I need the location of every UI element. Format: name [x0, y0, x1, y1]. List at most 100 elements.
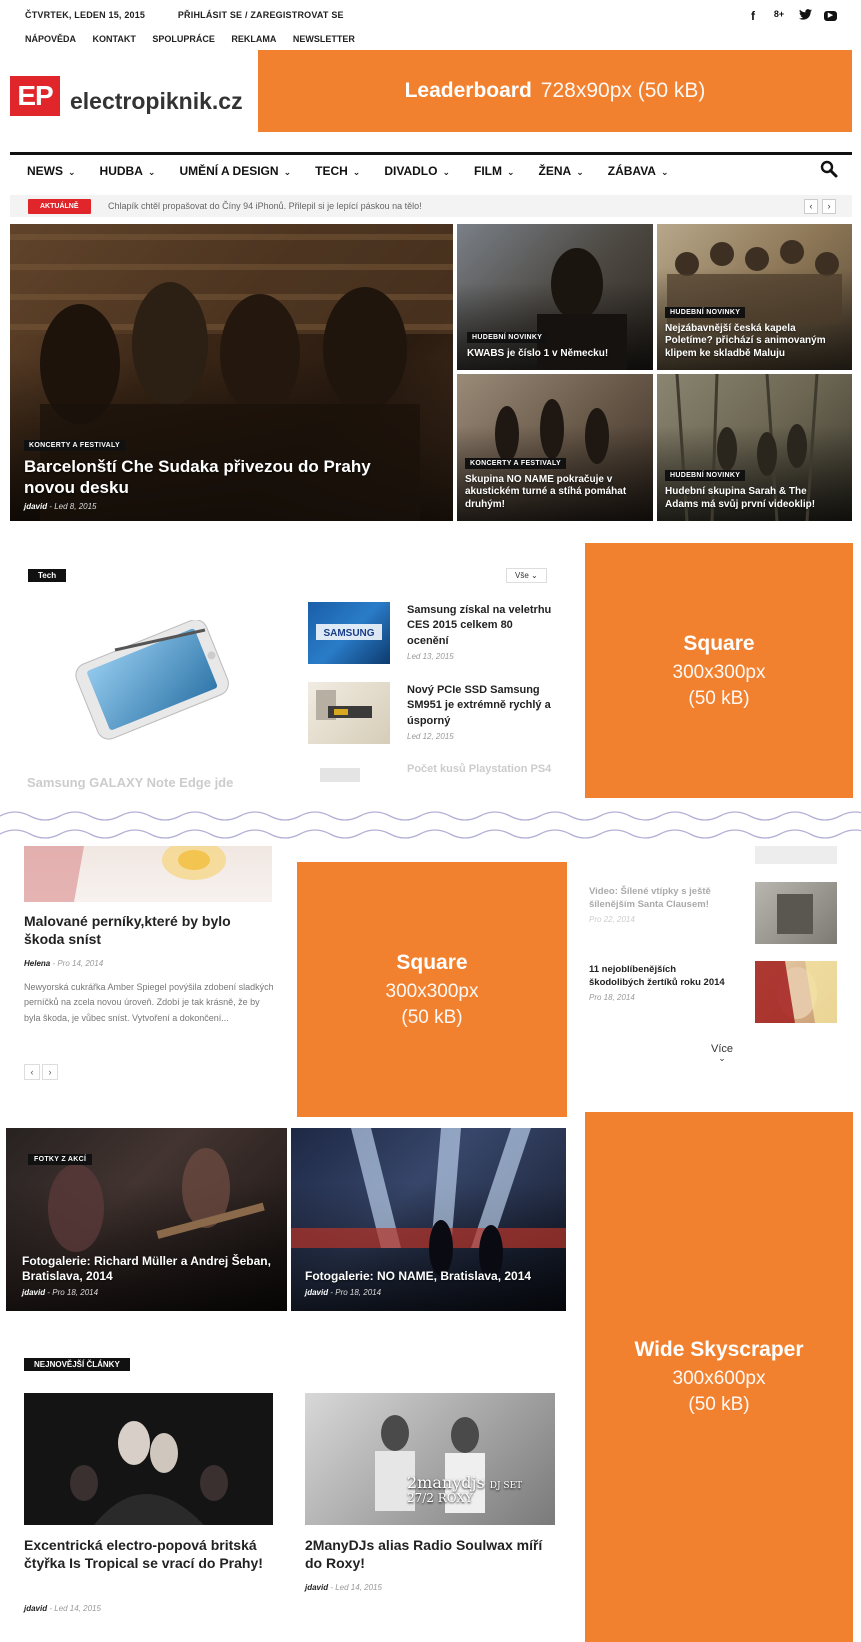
youtube-icon[interactable]: ▶: [824, 11, 837, 21]
category-badge[interactable]: KONCERTY A FESTIVALY: [24, 439, 125, 451]
nav-divider: [10, 152, 852, 155]
nav-item-hudba[interactable]: HUDBA ⌄: [100, 164, 156, 178]
category-badge[interactable]: HUDEBNÍ NOVINKY: [665, 306, 746, 318]
author[interactable]: jdavid: [24, 502, 47, 511]
side-item-2: 11 nejoblíbenějších škodolibých žertíků …: [589, 963, 734, 1002]
hero-tile-4[interactable]: HUDEBNÍ NOVINKY Hudební skupina Sarah & …: [657, 374, 852, 521]
gallery-card-1[interactable]: FOTKY Z AKCÍ Fotogalerie: Richard Müller…: [6, 1128, 287, 1311]
gallery-card-2[interactable]: Fotogalerie: NO NAME, Bratislava, 2014 j…: [291, 1128, 566, 1311]
ad-weight: (50 kB): [688, 687, 750, 709]
ad-size: 300x300px: [385, 980, 479, 1002]
ad-size: 300x600px: [672, 1368, 766, 1389]
hero-tile-1[interactable]: HUDEBNÍ NOVINKY KWABS je číslo 1 v Němec…: [457, 224, 653, 370]
ticker-next-button[interactable]: ›: [822, 199, 836, 214]
ticker-prev-button[interactable]: ‹: [804, 199, 818, 214]
link-advertising[interactable]: REKLAMA: [231, 34, 276, 44]
google-plus-icon[interactable]: 8+: [772, 9, 786, 23]
gallery-2-meta: jdavid - Pro 18, 2014: [305, 1288, 382, 1297]
chevron-down-icon: ⌄: [147, 167, 156, 177]
thumb-ps4[interactable]: [320, 768, 360, 782]
chevron-down-icon: ⌄: [531, 571, 538, 580]
thumb-ssd[interactable]: [308, 682, 390, 744]
leaderboard-ad[interactable]: Leaderboard 728x90px (50 kB): [258, 50, 852, 132]
filter-dropdown[interactable]: Vše ⌄: [506, 568, 547, 583]
wide-skyscraper-ad[interactable]: Wide Skyscraper 300x600px (50 kB): [585, 1112, 853, 1642]
next-button[interactable]: ›: [42, 1064, 58, 1080]
nav-item-film[interactable]: FILM ⌄: [474, 164, 515, 178]
nav-item-divadlo[interactable]: DIVADLO ⌄: [384, 164, 450, 178]
author[interactable]: jdavid: [305, 1288, 328, 1297]
author[interactable]: jdavid: [24, 1604, 47, 1613]
gingerbread-photo[interactable]: [24, 846, 272, 902]
chevron-down-icon: ⌄: [718, 1053, 726, 1063]
hero-tile-3-title[interactable]: Skupina NO NAME pokračuje v akustickém t…: [465, 474, 643, 512]
hero-tile-2-title[interactable]: Nejzábavnější česká kapela Poletíme? při…: [665, 323, 842, 361]
tech-item-3-title[interactable]: Počet kusů Playstation PS4: [407, 762, 557, 777]
ad-title: Square: [396, 950, 468, 974]
section-break: [0, 808, 861, 844]
hero-tile-2[interactable]: HUDEBNÍ NOVINKY Nejzábavnější česká kape…: [657, 224, 852, 370]
phone-image[interactable]: [45, 619, 260, 755]
lower-main-title[interactable]: Malované perníky,které by bylo škoda sní…: [24, 912, 274, 948]
logo-name[interactable]: electropiknik.cz: [70, 88, 243, 115]
tech-item-2-title[interactable]: Nový PCIe SSD Samsung SM951 je extrémně …: [407, 683, 557, 729]
square-ad-1[interactable]: Square 300x300px (50 kB): [585, 543, 853, 798]
latest-1-photo[interactable]: [24, 1393, 273, 1525]
link-cooperation[interactable]: SPOLUPRÁCE: [152, 34, 215, 44]
link-help[interactable]: NÁPOVĚDA: [25, 34, 76, 44]
more-link[interactable]: Více ⌄: [700, 1043, 744, 1063]
square-ad-2[interactable]: Square 300x300px (50 kB): [297, 862, 567, 1117]
prev-button[interactable]: ‹: [24, 1064, 40, 1080]
side-thumb-1[interactable]: [755, 882, 837, 944]
date: Pro 18, 2014: [335, 1288, 382, 1297]
section-tag-tech[interactable]: Tech: [28, 569, 67, 582]
author[interactable]: jdavid: [305, 1583, 328, 1592]
side-item-1-date: Pro 22, 2014: [589, 914, 635, 924]
category-badge[interactable]: KONCERTY A FESTIVALY: [465, 457, 566, 469]
facebook-icon[interactable]: f: [746, 9, 760, 23]
side-thumb-top[interactable]: [755, 846, 837, 864]
category-badge[interactable]: HUDEBNÍ NOVINKY: [467, 331, 548, 343]
gallery-1-title[interactable]: Fotogalerie: Richard Müller a Andrej Šeb…: [22, 1254, 277, 1284]
side-item-1-title[interactable]: Video: Šílené vtípky s ještě šílenějším …: [589, 885, 734, 912]
gallery-2-title[interactable]: Fotogalerie: NO NAME, Bratislava, 2014: [305, 1269, 556, 1284]
latest-2-photo[interactable]: 2manydjs DJ SET 27/2 ROXY: [305, 1393, 555, 1525]
side-thumb-2[interactable]: [755, 961, 837, 1023]
hero-tile-4-title[interactable]: Hudební skupina Sarah & The Adams má svů…: [665, 486, 842, 511]
latest-1-meta: jdavid - Led 14, 2015: [24, 1604, 101, 1613]
hero-tile-1-title[interactable]: KWABS je číslo 1 v Německu!: [467, 348, 643, 361]
hero-main-title[interactable]: Barcelonští Che Sudaka přivezou do Prahy…: [24, 456, 424, 499]
nav-item-zena[interactable]: ŽENA ⌄: [539, 164, 584, 178]
social-links: f 8+ ▶: [746, 9, 837, 23]
ad-title: Wide Skyscraper: [634, 1338, 804, 1361]
author[interactable]: jdavid: [22, 1288, 45, 1297]
link-newsletter[interactable]: NEWSLETTER: [293, 34, 355, 44]
link-contact[interactable]: KONTAKT: [93, 34, 136, 44]
tech-item-1-title[interactable]: Samsung získal na veletrhu CES 2015 celk…: [407, 603, 557, 649]
category-badge[interactable]: FOTKY Z AKCÍ: [28, 1154, 93, 1165]
latest-1-title[interactable]: Excentrická electro-popová britská čtyřk…: [24, 1536, 276, 1572]
hero-main-meta: jdavid - Led 8, 2015: [24, 502, 97, 511]
login-link[interactable]: PŘIHLÁSIT SE / ZAREGISTROVAT SE: [178, 10, 344, 20]
category-badge[interactable]: HUDEBNÍ NOVINKY: [665, 470, 746, 481]
search-icon[interactable]: [820, 160, 838, 178]
nav-item-zabava[interactable]: ZÁBAVA ⌄: [608, 164, 669, 178]
logo-mark[interactable]: EP: [10, 76, 60, 116]
date: Led 14, 2015: [54, 1604, 101, 1613]
ad-size: 728x90px (50 kB): [540, 79, 706, 102]
ticker-text[interactable]: Chlapík chtěl propašovat do Číny 94 iPho…: [108, 201, 422, 211]
nav-item-tech[interactable]: TECH ⌄: [315, 164, 360, 178]
nav-item-news[interactable]: NEWS ⌄: [27, 164, 76, 178]
author[interactable]: Helena: [24, 959, 50, 968]
hero-main-article[interactable]: KONCERTY A FESTIVALY Barcelonští Che Sud…: [10, 224, 453, 521]
section-tag-latest[interactable]: NEJNOVĚJŠÍ ČLÁNKY: [24, 1358, 130, 1371]
faded-article-title[interactable]: Samsung GALAXY Note Edge jde: [27, 775, 233, 790]
side-item-1: Video: Šílené vtípky s ještě šílenějším …: [589, 885, 734, 924]
latest-2-title[interactable]: 2ManyDJs alias Radio Soulwax míří do Rox…: [305, 1536, 555, 1572]
side-item-2-title[interactable]: 11 nejoblíbenějších škodolibých žertíků …: [589, 963, 734, 990]
hero-tile-3[interactable]: KONCERTY A FESTIVALY Skupina NO NAME pok…: [457, 374, 653, 521]
thumb-samsung[interactable]: SAMSUNG: [308, 602, 390, 664]
ad-title: Square: [683, 631, 755, 655]
twitter-icon[interactable]: [798, 9, 812, 23]
nav-item-umeni[interactable]: UMĚNÍ A DESIGN ⌄: [179, 164, 291, 178]
